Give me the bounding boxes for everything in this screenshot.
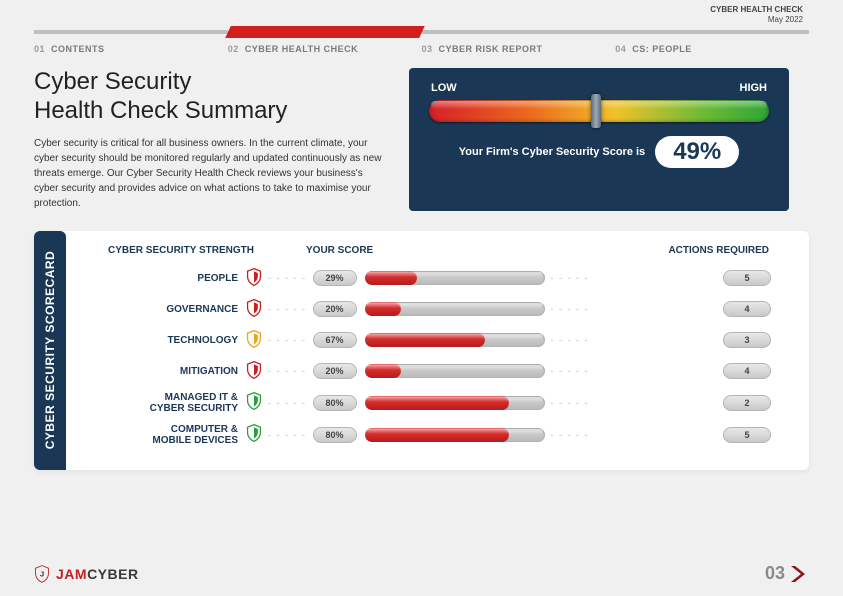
scorecard-row: COMPUTER &MOBILE DEVICES - - - - - 80% -…: [76, 424, 789, 446]
scorecard-row: PEOPLE - - - - - 29% - - - - - 5: [76, 268, 789, 289]
dash-divider: - - - - -: [262, 398, 313, 408]
tab-cs-people[interactable]: 04CS: PEOPLE: [615, 44, 809, 54]
dash-divider: - - - - -: [262, 430, 313, 440]
shield-icon: [246, 424, 262, 445]
header-strength: CYBER SECURITY STRENGTH: [76, 245, 286, 256]
scorecard-row: TECHNOLOGY - - - - - 67% - - - - - 3: [76, 330, 789, 351]
score-bar: [365, 364, 545, 378]
header-right: CYBER HEALTH CHECK May 2022: [710, 5, 803, 24]
score-bar: [365, 271, 545, 285]
score-pill: 20%: [313, 363, 357, 379]
chevron-right-icon: [789, 564, 809, 584]
scorecard-row: MANAGED IT &CYBER SECURITY - - - - - 80%…: [76, 392, 789, 414]
score-bar: [365, 333, 545, 347]
dash-divider: - - - - -: [262, 366, 313, 376]
shield-icon: [246, 361, 262, 382]
scorecard-side-label: CYBER SECURITY SCORECARD: [34, 231, 66, 470]
header-actions: ACTIONS REQUIRED: [546, 245, 789, 256]
score-value-pill: 49%: [655, 136, 739, 168]
row-name: COMPUTER &MOBILE DEVICES: [76, 424, 246, 446]
scorecard-panel: CYBER SECURITY SCORECARD CYBER SECURITY …: [34, 231, 809, 470]
actions-pill: 4: [723, 363, 771, 379]
tab-risk-report[interactable]: 03CYBER RISK REPORT: [422, 44, 616, 54]
shield-icon: [246, 268, 262, 289]
shield-icon: [246, 330, 262, 351]
score-pill: 29%: [313, 270, 357, 286]
scorecard-row: MITIGATION - - - - - 20% - - - - - 4: [76, 361, 789, 382]
tab-health-check[interactable]: 02CYBER HEALTH CHECK: [228, 44, 422, 54]
gauge-needle: [591, 94, 601, 128]
score-pill: 80%: [313, 427, 357, 443]
svg-text:J: J: [40, 569, 44, 578]
score-caption: Your Firm's Cyber Security Score is: [459, 146, 645, 158]
row-name: GOVERNANCE: [76, 304, 246, 315]
gauge-low-label: LOW: [431, 82, 457, 94]
score-pill: 20%: [313, 301, 357, 317]
gauge-high-label: HIGH: [740, 82, 768, 94]
section-tabs: 01CONTENTS 02CYBER HEALTH CHECK 03CYBER …: [34, 44, 809, 54]
brand-logo: J JAMCYBER: [34, 565, 139, 583]
page-title: Cyber SecurityHealth Check Summary: [34, 68, 389, 126]
dash-divider: - - - - -: [545, 304, 596, 314]
progress-bar: [34, 26, 809, 38]
dash-divider: - - - - -: [545, 430, 596, 440]
dash-divider: - - - - -: [545, 398, 596, 408]
row-name: MITIGATION: [76, 366, 246, 377]
actions-pill: 3: [723, 332, 771, 348]
actions-pill: 5: [723, 427, 771, 443]
dash-divider: - - - - -: [262, 304, 313, 314]
score-bar: [365, 396, 545, 410]
score-pill: 67%: [313, 332, 357, 348]
row-name: PEOPLE: [76, 273, 246, 284]
actions-pill: 4: [723, 301, 771, 317]
page-number: 03: [765, 563, 809, 584]
score-gauge-panel: LOW HIGH Your Firm's Cyber Security Scor…: [409, 68, 789, 211]
row-name: TECHNOLOGY: [76, 335, 246, 346]
dash-divider: - - - - -: [545, 273, 596, 283]
score-bar: [365, 302, 545, 316]
dash-divider: - - - - -: [545, 335, 596, 345]
risk-gauge: [429, 100, 769, 122]
tab-contents[interactable]: 01CONTENTS: [34, 44, 228, 54]
dash-divider: - - - - -: [262, 273, 313, 283]
header-your-score: YOUR SCORE: [286, 245, 546, 256]
score-pill: 80%: [313, 395, 357, 411]
description: Cyber security is critical for all busin…: [34, 136, 389, 211]
shield-icon: [246, 299, 262, 320]
row-name: MANAGED IT &CYBER SECURITY: [76, 392, 246, 414]
logo-shield-icon: J: [34, 565, 50, 583]
actions-pill: 5: [723, 270, 771, 286]
actions-pill: 2: [723, 395, 771, 411]
scorecard-row: GOVERNANCE - - - - - 20% - - - - - 4: [76, 299, 789, 320]
dash-divider: - - - - -: [262, 335, 313, 345]
dash-divider: - - - - -: [545, 366, 596, 376]
score-bar: [365, 428, 545, 442]
shield-icon: [246, 392, 262, 413]
